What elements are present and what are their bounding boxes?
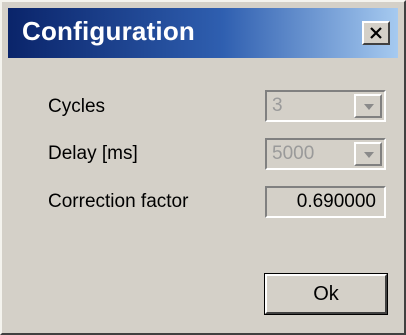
correction-factor-display: 0.690000 xyxy=(265,186,386,218)
dialog-title: Configuration xyxy=(22,16,196,46)
cycles-combobox[interactable]: 3 xyxy=(265,90,386,122)
ok-button[interactable]: Ok xyxy=(264,273,388,315)
delay-combobox[interactable]: 5000 xyxy=(265,138,386,170)
title-bar[interactable]: Configuration xyxy=(8,8,398,58)
ok-button-label: Ok xyxy=(313,283,339,305)
chevron-down-icon xyxy=(364,104,374,110)
correction-factor-value: 0.690000 xyxy=(296,191,376,212)
configuration-dialog: Configuration Cycles 3 Delay [ms] 5000 C… xyxy=(0,0,406,335)
cycles-value: 3 xyxy=(272,95,283,116)
cycles-label: Cycles xyxy=(48,96,106,117)
delay-dropdown-button[interactable] xyxy=(354,142,382,166)
chevron-down-icon xyxy=(364,152,374,158)
correction-factor-label: Correction factor xyxy=(48,191,189,212)
cycles-dropdown-button[interactable] xyxy=(354,94,382,118)
close-button[interactable] xyxy=(362,21,390,45)
close-x-icon xyxy=(370,27,382,39)
delay-label: Delay [ms] xyxy=(48,143,138,164)
delay-value: 5000 xyxy=(272,143,315,164)
